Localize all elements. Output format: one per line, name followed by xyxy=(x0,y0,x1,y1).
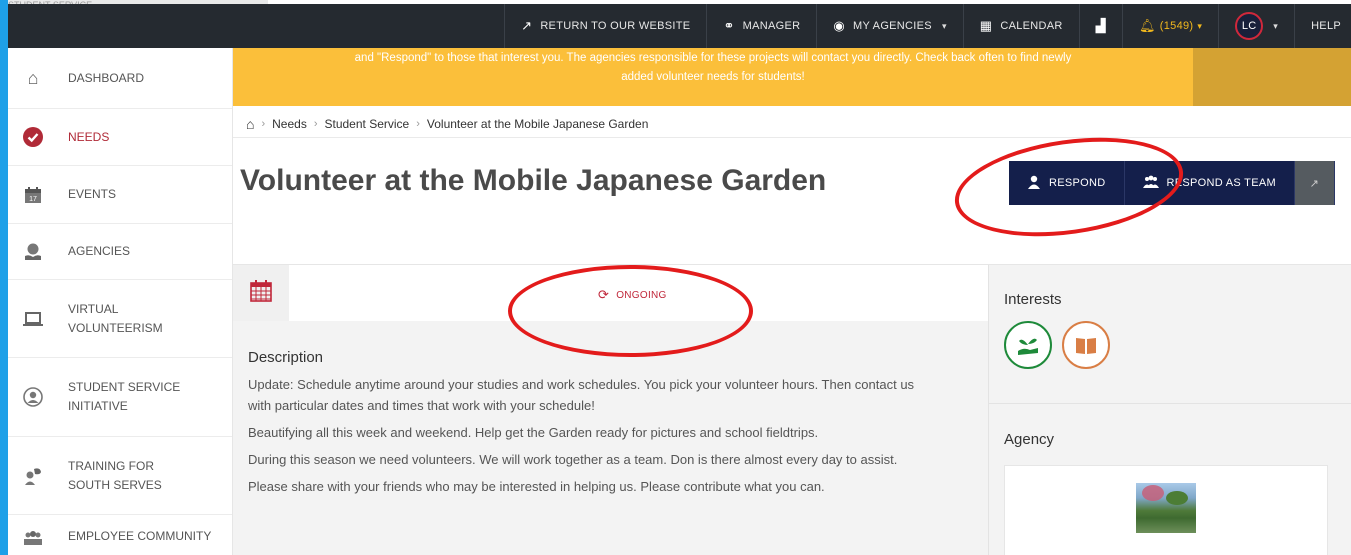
breadcrumb-student-service[interactable]: Student Service xyxy=(325,117,410,131)
sidebar-item-label: STUDENT SERVICE INITIATIVE xyxy=(68,380,181,413)
manager-label: MANAGER xyxy=(742,20,801,32)
share-icon: ↗ xyxy=(1309,177,1320,190)
description-paragraph: During this season we need volunteers. W… xyxy=(248,452,898,467)
agency-heading: Agency xyxy=(1004,431,1055,448)
banner-line-2: added volunteer needs for students! xyxy=(621,71,805,83)
respond-team-label: RESPOND AS TEAM xyxy=(1166,177,1276,189)
description-paragraph: Beautifying all this week and weekend. H… xyxy=(248,425,819,440)
sidebar-item-training[interactable]: TRAINING FOR SOUTH SERVES xyxy=(8,437,232,515)
share-button[interactable]: ↗ xyxy=(1294,161,1335,205)
sidebar-item-label: EMPLOYEE COMMUNITY xyxy=(68,529,212,543)
interests-heading: Interests xyxy=(1004,291,1062,308)
hand-globe-icon xyxy=(22,241,44,263)
annotation-circle-ongoing xyxy=(508,265,753,357)
user-circle-icon xyxy=(22,386,44,408)
breadcrumb-divider xyxy=(233,137,1351,138)
right-panel-divider xyxy=(988,403,1351,404)
network-icon: ⚭ xyxy=(723,18,735,33)
description-paragraph: Please share with your friends who may b… xyxy=(248,479,825,494)
chevron-right-icon: › xyxy=(261,118,266,130)
user-menu[interactable]: LC ▾ xyxy=(1218,4,1294,48)
chevron-right-icon: › xyxy=(313,118,318,130)
plant-hand-icon[interactable] xyxy=(1004,321,1052,369)
breadcrumb: ⌂ › Needs › Student Service › Volunteer … xyxy=(246,116,648,132)
sidebar-item-label: EVENTS xyxy=(68,187,117,201)
annotation-circle-respond xyxy=(948,124,1190,250)
external-link-icon: ↗ xyxy=(521,18,533,33)
description: Description Update: Schedule anytime aro… xyxy=(248,347,968,503)
breadcrumb-needs[interactable]: Needs xyxy=(272,117,307,131)
stats-link[interactable]: ▟ xyxy=(1078,4,1122,48)
notifications-count: (1549) xyxy=(1159,20,1194,32)
calendar-link[interactable]: ▦ CALENDAR xyxy=(962,4,1079,48)
banner-line-1: and "Respond" to those that interest you… xyxy=(354,52,1072,64)
sidebar-item-agencies[interactable]: AGENCIES xyxy=(8,224,232,280)
help-label: HELP xyxy=(1311,20,1341,32)
app-frame: STUDENT SERVICE ↗ RETURN TO OUR WEBSITE … xyxy=(8,0,1351,555)
chevron-right-icon: › xyxy=(416,118,420,130)
return-to-website-link[interactable]: ↗ RETURN TO OUR WEBSITE xyxy=(504,4,706,48)
laptop-icon xyxy=(22,308,44,330)
sidebar-item-needs[interactable]: NEEDS xyxy=(8,109,232,166)
sidebar-item-label: TRAINING FOR SOUTH SERVES xyxy=(68,458,162,492)
trainer-icon xyxy=(22,465,44,487)
agency-card[interactable] xyxy=(1004,465,1328,555)
chevron-down-icon: ▾ xyxy=(1273,20,1279,31)
page-title: Volunteer at the Mobile Japanese Garden xyxy=(240,164,827,197)
description-paragraph: Update: Schedule anytime around your stu… xyxy=(248,377,915,413)
sidebar-item-employee-community[interactable]: EMPLOYEE COMMUNITY xyxy=(8,515,232,555)
calendar-icon: ▦ xyxy=(979,18,993,33)
notifications-dropdown[interactable]: 🔔︎ (1549) ▾ xyxy=(1121,4,1218,48)
manager-link[interactable]: ⚭ MANAGER xyxy=(706,4,816,48)
calendar-badge xyxy=(233,265,289,321)
sidebar-item-dashboard[interactable]: ⌂ DASHBOARD xyxy=(8,48,232,109)
breadcrumb-current: Volunteer at the Mobile Japanese Garden xyxy=(426,117,649,131)
sidebar-item-events[interactable]: 17 EVENTS xyxy=(8,166,232,224)
home-icon[interactable]: ⌂ xyxy=(246,116,254,132)
banner-side-panel xyxy=(1193,48,1351,106)
info-banner: and "Respond" to those that interest you… xyxy=(233,48,1351,106)
bell-icon: 🔔︎ xyxy=(1138,18,1156,33)
my-agencies-dropdown[interactable]: ◉ MY AGENCIES ▾ xyxy=(816,4,962,48)
group-icon xyxy=(22,527,44,549)
sidebar-item-label: VIRTUAL VOLUNTEERISM xyxy=(68,301,163,335)
check-circle-icon xyxy=(22,126,44,148)
help-link[interactable]: HELP xyxy=(1294,4,1351,48)
sidebar-item-label: DASHBOARD xyxy=(68,70,145,85)
book-icon[interactable] xyxy=(1062,321,1110,369)
bar-chart-icon: ▟ xyxy=(1095,18,1106,33)
sidebar-item-label: NEEDS xyxy=(68,129,110,144)
sidebar: ⌂ DASHBOARD NEEDS 17 EVENTS AGENCIES VIR… xyxy=(8,48,233,555)
home-icon: ⌂ xyxy=(27,67,39,88)
calendar-17-icon: 17 xyxy=(22,184,44,206)
top-navbar: ↗ RETURN TO OUR WEBSITE ⚭ MANAGER ◉ MY A… xyxy=(8,4,1351,48)
calendar-label: CALENDAR xyxy=(1000,20,1063,32)
svg-text:17: 17 xyxy=(29,196,37,203)
chevron-down-icon: ▾ xyxy=(941,20,947,31)
avatar: LC xyxy=(1235,12,1264,40)
return-label: RETURN TO OUR WEBSITE xyxy=(540,20,691,32)
sidebar-item-student-service-initiative[interactable]: STUDENT SERVICE INITIATIVE xyxy=(8,358,232,437)
chevron-down-icon: ▾ xyxy=(1197,20,1203,31)
calendar-icon xyxy=(249,279,273,308)
agency-image xyxy=(1136,483,1196,533)
sidebar-item-virtual-volunteerism[interactable]: VIRTUAL VOLUNTEERISM xyxy=(8,280,232,358)
hand-globe-icon: ◉ xyxy=(833,18,846,33)
sidebar-item-label: AGENCIES xyxy=(68,244,131,258)
agencies-label: MY AGENCIES xyxy=(853,20,932,32)
